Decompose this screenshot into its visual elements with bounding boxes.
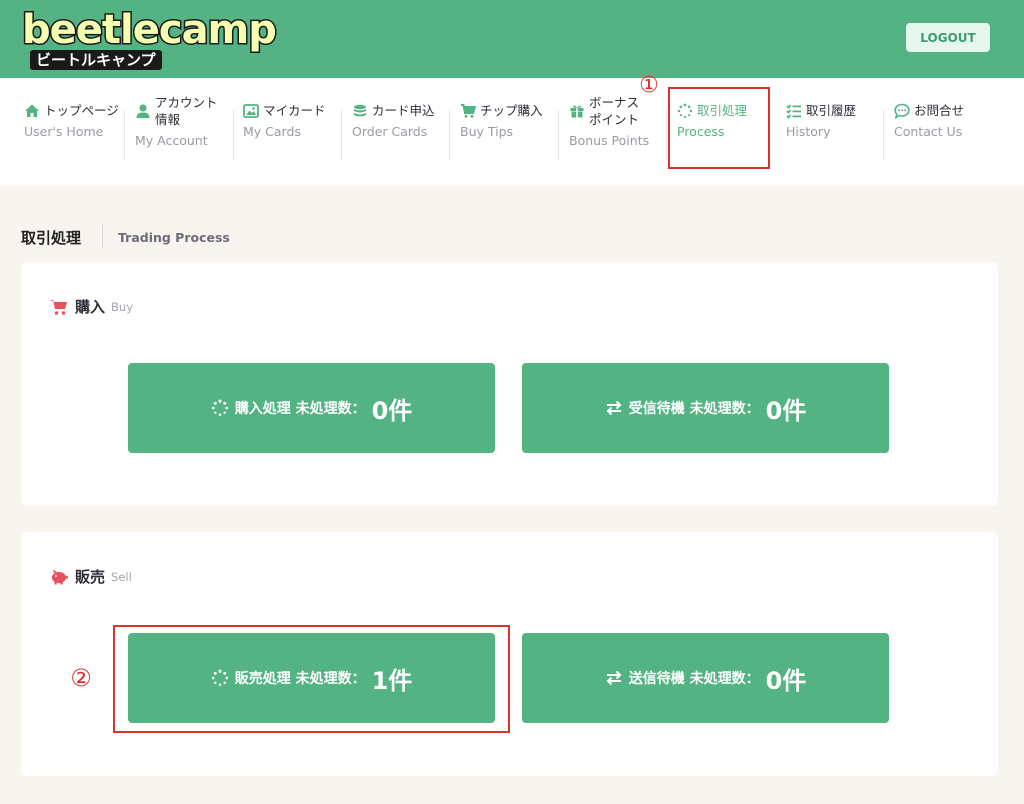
logout-button[interactable]: LOGOUT bbox=[906, 23, 990, 52]
annotation-box-process bbox=[668, 87, 770, 169]
nav-label-jp: ボーナス ポイント bbox=[589, 95, 640, 127]
nav-item-history[interactable]: 取引履歴 History bbox=[786, 102, 856, 162]
buy-title: 購入 bbox=[75, 298, 106, 316]
nav-item-my-cards[interactable]: マイカード My Cards bbox=[243, 102, 326, 162]
nav-item-contact[interactable]: お問合せ Contact Us bbox=[894, 102, 964, 162]
nav-item-bonus-points[interactable]: ボーナス ポイント Bonus Points bbox=[569, 95, 650, 162]
user-icon bbox=[136, 104, 150, 118]
buy-processing-button[interactable]: 購入処理 未処理数： 0件 bbox=[128, 363, 495, 453]
nav-divider bbox=[124, 110, 125, 160]
nav-label-en: History bbox=[786, 124, 831, 139]
nav-label-jp: お問合せ bbox=[914, 103, 965, 118]
exchange-icon bbox=[606, 400, 622, 416]
nav-label-jp: カード申込 bbox=[372, 103, 435, 118]
nav-label-en: Contact Us bbox=[894, 124, 963, 139]
nav-label-jp: 取引履歴 bbox=[806, 103, 857, 118]
piggy-bank-icon bbox=[52, 569, 68, 584]
nav-label-en: My Cards bbox=[243, 124, 301, 139]
nav-item-order-cards[interactable]: カード申込 Order Cards bbox=[352, 102, 435, 162]
card-label: 送信待機 未処理数： bbox=[628, 671, 760, 687]
buy-subtitle: Buy bbox=[111, 299, 133, 314]
nav-label-jp: アカウント 情報 bbox=[155, 95, 218, 127]
annotation-number-2: ② bbox=[70, 664, 92, 692]
card-label: 購入処理 未処理数： bbox=[234, 401, 366, 417]
exchange-icon bbox=[606, 670, 622, 686]
card-count: 0件 bbox=[765, 396, 807, 425]
sell-subtitle: Sell bbox=[111, 569, 132, 584]
main-nav: トップページ User's Home アカウント 情報 My Account マ… bbox=[0, 78, 1024, 186]
cart-icon bbox=[50, 299, 67, 315]
nav-divider bbox=[558, 110, 559, 160]
logo-katakana: ビートルキャンプ bbox=[30, 50, 162, 70]
cards-icon bbox=[243, 104, 259, 118]
sell-title: 販売 bbox=[75, 568, 106, 586]
nav-label-jp: トップページ bbox=[44, 103, 119, 118]
cart-icon bbox=[461, 104, 476, 118]
nav-label-jp: マイカード bbox=[263, 103, 326, 118]
beetlecamp-logo[interactable]: beetlecamp ビートルキャンプ bbox=[21, 7, 278, 72]
list-check-icon bbox=[786, 104, 801, 119]
nav-item-top-page[interactable]: トップページ User's Home bbox=[24, 102, 119, 162]
send-waiting-button[interactable]: 送信待機 未処理数： 0件 bbox=[522, 633, 889, 723]
coins-icon bbox=[354, 104, 366, 117]
logo-wordmark: beetlecamp bbox=[21, 7, 279, 54]
sell-panel-heading: 販売 Sell bbox=[49, 566, 132, 587]
receive-waiting-button[interactable]: 受信待機 未処理数： 0件 bbox=[522, 363, 889, 453]
card-count: 0件 bbox=[765, 666, 807, 695]
nav-divider bbox=[449, 110, 450, 160]
page-title: 取引処理 bbox=[21, 229, 82, 247]
annotation-box-sell-processing bbox=[113, 625, 510, 733]
buy-panel: 購入 Buy 購入処理 未処理数： 0件 受信待機 未処理数： 0件 bbox=[21, 262, 998, 506]
buy-panel-heading: 購入 Buy bbox=[49, 296, 133, 317]
nav-label-jp: チップ購入 bbox=[480, 103, 543, 118]
annotation-number-1: ① bbox=[639, 73, 659, 98]
nav-label-en: Buy Tips bbox=[460, 124, 514, 139]
chat-icon bbox=[894, 103, 910, 119]
card-count: 0件 bbox=[371, 396, 413, 425]
nav-divider bbox=[666, 110, 667, 160]
card-label: 受信待機 未処理数： bbox=[628, 401, 760, 417]
nav-divider bbox=[883, 110, 884, 160]
gift-icon bbox=[570, 105, 584, 118]
nav-label-en: My Account bbox=[135, 133, 208, 148]
title-divider bbox=[102, 224, 103, 248]
nav-label-en: Order Cards bbox=[352, 124, 428, 139]
nav-divider bbox=[341, 110, 342, 160]
spinner-icon bbox=[211, 399, 228, 416]
page-subtitle: Trading Process bbox=[118, 230, 230, 245]
nav-divider bbox=[233, 110, 234, 160]
nav-item-buy-tips[interactable]: チップ購入 Buy Tips bbox=[460, 102, 543, 162]
nav-label-en: Bonus Points bbox=[569, 133, 650, 148]
nav-item-account[interactable]: アカウント 情報 My Account bbox=[135, 95, 218, 162]
home-icon bbox=[25, 104, 39, 117]
top-header: beetlecamp ビートルキャンプ LOGOUT bbox=[0, 0, 1024, 78]
nav-label-en: User's Home bbox=[24, 124, 104, 139]
